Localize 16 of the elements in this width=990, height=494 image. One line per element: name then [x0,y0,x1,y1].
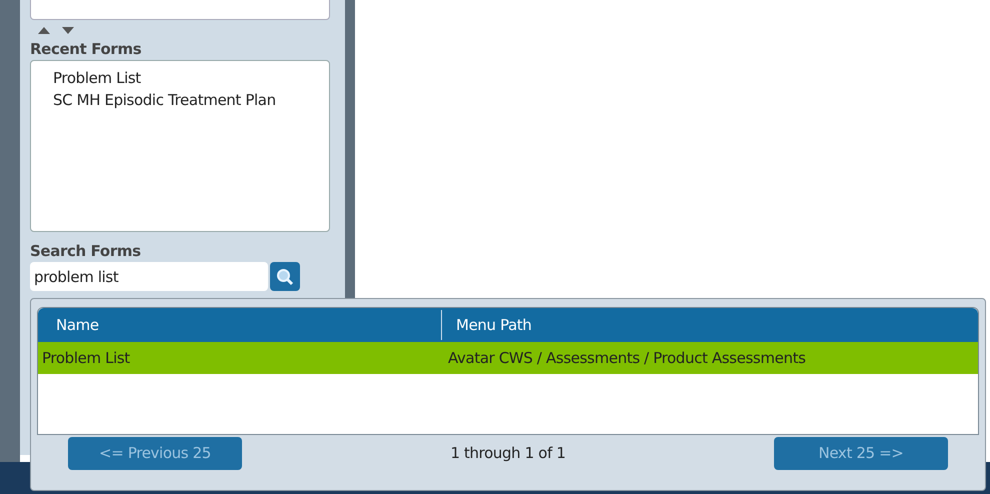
recent-form-item[interactable]: Problem List [53,67,141,89]
dropdown-field[interactable] [30,0,330,20]
down-arrow-icon[interactable] [62,26,74,34]
search-field[interactable]: problem list [30,262,268,291]
page-range-text: 1 through 1 of 1 [450,443,566,464]
column-header[interactable]: Name [38,310,442,340]
search-button[interactable] [270,262,300,291]
table-cell-text: Problem List [41,348,131,369]
section-title: Search Forms [30,242,142,260]
search-icon [276,268,294,286]
recent-form-item[interactable]: SC MH Episodic Treatment Plan [53,89,276,111]
section-title: Recent Forms [30,40,142,58]
up-arrow-icon[interactable] [38,26,50,34]
table-cell-text: Avatar CWS / Assessments / Product Assessments [447,348,807,369]
table-row[interactable]: Problem List Avatar CWS / Assessments / Product Assessments [38,342,978,374]
column-header[interactable]: Menu Path [442,310,978,340]
